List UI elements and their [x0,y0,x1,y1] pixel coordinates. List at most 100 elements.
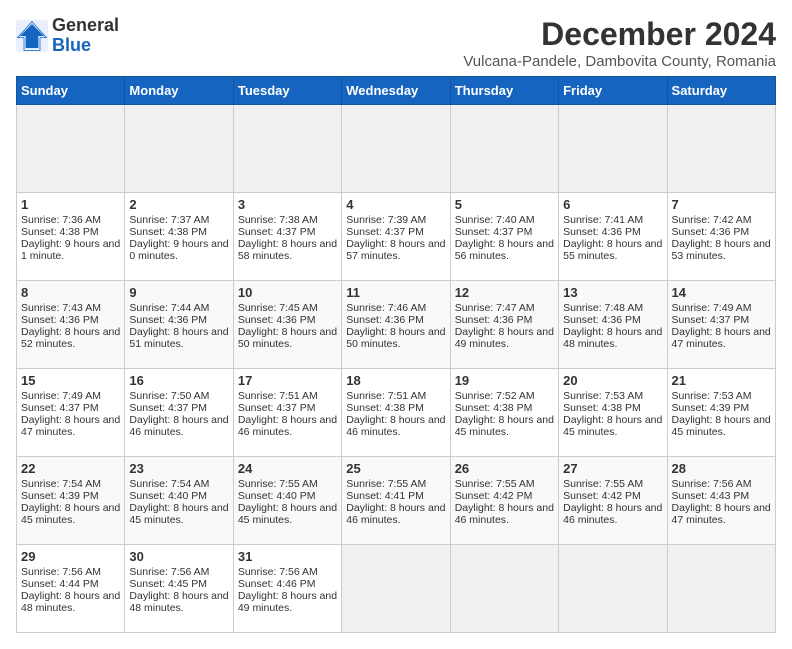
sunrise-text: Sunrise: 7:56 AM [238,566,318,578]
daylight-text: Daylight: 8 hours and 46 minutes. [346,502,445,526]
daylight-text: Daylight: 8 hours and 46 minutes. [129,414,228,438]
logo-icon [16,20,48,52]
day-number: 31 [238,549,337,564]
calendar-cell [342,545,450,633]
calendar-cell: 26Sunrise: 7:55 AMSunset: 4:42 PMDayligh… [450,457,558,545]
day-header-tuesday: Tuesday [233,77,341,105]
calendar-cell [342,105,450,193]
sunrise-text: Sunrise: 7:51 AM [238,390,318,402]
calendar-cell: 15Sunrise: 7:49 AMSunset: 4:37 PMDayligh… [17,369,125,457]
logo: General Blue [16,16,119,56]
sunset-text: Sunset: 4:38 PM [563,402,641,414]
day-number: 6 [563,197,662,212]
calendar-subtitle: Vulcana-Pandele, Dambovita County, Roman… [463,53,776,70]
sunset-text: Sunset: 4:46 PM [238,578,316,590]
calendar-cell: 9Sunrise: 7:44 AMSunset: 4:36 PMDaylight… [125,281,233,369]
day-number: 14 [672,285,771,300]
sunrise-text: Sunrise: 7:50 AM [129,390,209,402]
sunrise-text: Sunrise: 7:56 AM [672,478,752,490]
sunrise-text: Sunrise: 7:45 AM [238,302,318,314]
calendar-cell: 24Sunrise: 7:55 AMSunset: 4:40 PMDayligh… [233,457,341,545]
day-header-monday: Monday [125,77,233,105]
calendar-cell: 6Sunrise: 7:41 AMSunset: 4:36 PMDaylight… [559,193,667,281]
daylight-text: Daylight: 8 hours and 45 minutes. [238,502,337,526]
calendar-cell: 16 Sunrise: 7:50 AMSunset: 4:37 PMDayligh… [125,369,233,457]
daylight-text: Daylight: 8 hours and 56 minutes. [455,238,554,262]
daylight-text: Daylight: 8 hours and 47 minutes. [672,502,771,526]
day-number: 12 [455,285,554,300]
sunrise-text: Sunrise: 7:55 AM [238,478,318,490]
sunset-text: Sunset: 4:36 PM [563,314,641,326]
sunset-text: Sunset: 4:42 PM [563,490,641,502]
sunset-text: Sunset: 4:37 PM [129,402,207,414]
day-number: 13 [563,285,662,300]
calendar-cell: 21Sunrise: 7:53 AMSunset: 4:39 PMDayligh… [667,369,775,457]
calendar-cell: 23Sunrise: 7:54 AMSunset: 4:40 PMDayligh… [125,457,233,545]
sunset-text: Sunset: 4:41 PM [346,490,424,502]
sunrise-text: Sunrise: 7:55 AM [346,478,426,490]
sunset-text: Sunset: 4:38 PM [129,226,207,238]
sunset-text: Sunset: 4:36 PM [21,314,99,326]
sunrise-text: Sunrise: 7:47 AM [455,302,535,314]
day-number: 10 [238,285,337,300]
sunset-text: Sunset: 4:36 PM [238,314,316,326]
day-number: 26 [455,461,554,476]
daylight-text: Daylight: 8 hours and 46 minutes. [455,502,554,526]
day-header-saturday: Saturday [667,77,775,105]
day-number: 24 [238,461,337,476]
calendar-cell [17,105,125,193]
day-number: 28 [672,461,771,476]
day-number: 29 [21,549,120,564]
calendar-week-row: 1Sunrise: 7:36 AMSunset: 4:38 PMDaylight… [17,193,776,281]
day-number: 4 [346,197,445,212]
sunset-text: Sunset: 4:45 PM [129,578,207,590]
daylight-text: Daylight: 8 hours and 45 minutes. [563,414,662,438]
calendar-week-row: 29Sunrise: 7:56 AMSunset: 4:44 PMDayligh… [17,545,776,633]
day-number: 21 [672,373,771,388]
daylight-text: Daylight: 8 hours and 46 minutes. [346,414,445,438]
daylight-text: Daylight: 8 hours and 47 minutes. [672,326,771,350]
calendar-week-row: 15Sunrise: 7:49 AMSunset: 4:37 PMDayligh… [17,369,776,457]
calendar-cell [125,105,233,193]
sunrise-text: Sunrise: 7:48 AM [563,302,643,314]
sunset-text: Sunset: 4:42 PM [455,490,533,502]
sunset-text: Sunset: 4:37 PM [672,314,750,326]
header: General Blue December 2024 Vulcana-Pande… [16,16,776,70]
daylight-text: Daylight: 8 hours and 45 minutes. [21,502,120,526]
sunrise-text: Sunrise: 7:43 AM [21,302,101,314]
day-header-thursday: Thursday [450,77,558,105]
day-number: 1 [21,197,120,212]
sunrise-text: Sunrise: 7:54 AM [21,478,101,490]
sunrise-text: Sunrise: 7:49 AM [672,302,752,314]
calendar-cell: 18Sunrise: 7:51 AMSunset: 4:38 PMDayligh… [342,369,450,457]
sunrise-text: Sunrise: 7:54 AM [129,478,209,490]
day-number: 23 [129,461,228,476]
sunset-text: Sunset: 4:44 PM [21,578,99,590]
sunrise-text: Sunrise: 7:53 AM [563,390,643,402]
day-number: 16 [129,373,228,388]
daylight-text: Daylight: 8 hours and 50 minutes. [346,326,445,350]
daylight-text: Daylight: 8 hours and 48 minutes. [21,590,120,614]
sunrise-text: Sunrise: 7:56 AM [21,566,101,578]
sunrise-text: Sunrise: 7:46 AM [346,302,426,314]
calendar-body: 1Sunrise: 7:36 AMSunset: 4:38 PMDaylight… [17,105,776,633]
daylight-text: Daylight: 8 hours and 57 minutes. [346,238,445,262]
day-number: 25 [346,461,445,476]
calendar-cell: 5Sunrise: 7:40 AMSunset: 4:37 PMDaylight… [450,193,558,281]
sunrise-text: Sunrise: 7:39 AM [346,214,426,226]
calendar-week-row: 22Sunrise: 7:54 AMSunset: 4:39 PMDayligh… [17,457,776,545]
day-number: 11 [346,285,445,300]
daylight-text: Daylight: 8 hours and 49 minutes. [238,590,337,614]
sunset-text: Sunset: 4:36 PM [672,226,750,238]
sunrise-text: Sunrise: 7:44 AM [129,302,209,314]
sunset-text: Sunset: 4:38 PM [21,226,99,238]
daylight-text: Daylight: 8 hours and 48 minutes. [129,590,228,614]
daylight-text: Daylight: 8 hours and 46 minutes. [563,502,662,526]
calendar-cell: 7Sunrise: 7:42 AMSunset: 4:36 PMDaylight… [667,193,775,281]
sunrise-text: Sunrise: 7:37 AM [129,214,209,226]
daylight-text: Daylight: 8 hours and 53 minutes. [672,238,771,262]
day-number: 18 [346,373,445,388]
calendar-cell [233,105,341,193]
day-number: 2 [129,197,228,212]
daylight-text: Daylight: 8 hours and 52 minutes. [21,326,120,350]
